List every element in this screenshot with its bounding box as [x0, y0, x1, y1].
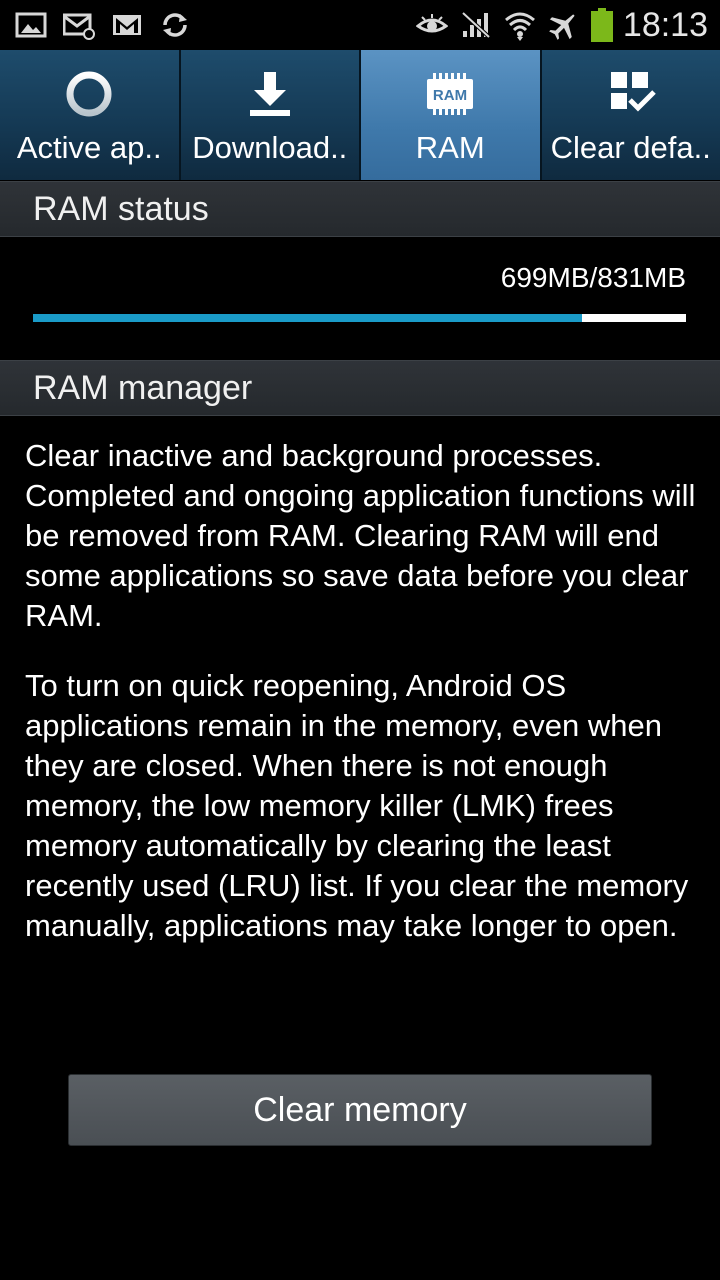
ram-chip-icon: RAM: [420, 64, 480, 124]
sync-icon: [158, 8, 192, 42]
tab-label: Active ap..: [16, 130, 162, 165]
tab-label: Clear defa..: [550, 130, 711, 165]
gallery-icon: [14, 8, 48, 42]
ram-status-header: RAM status: [0, 181, 720, 237]
email-icon: [62, 8, 96, 42]
smart-stay-eye-icon: [415, 8, 449, 42]
airplane-mode-icon: [547, 8, 581, 42]
status-clock: 18:13: [622, 5, 708, 44]
tab-label: Download..: [192, 130, 348, 165]
no-signal-icon: [459, 8, 493, 42]
gmail-icon: [110, 8, 144, 42]
clear-defaults-icon: [601, 64, 661, 124]
tab-ram[interactable]: RAM RAM: [361, 50, 542, 180]
ram-manager-description: Clear inactive and background processes.…: [25, 438, 696, 633]
tab-active-apps[interactable]: Active ap..: [0, 50, 181, 180]
tab-bar: Active ap.. Download.. RAM RAM Clear def…: [0, 50, 720, 180]
ram-usage-bar-fill: [33, 314, 583, 322]
ram-usage-bar: [33, 314, 686, 322]
wifi-icon: [503, 8, 537, 42]
ram-manager-header: RAM manager: [0, 360, 720, 416]
ram-usage-readout: 699MB/831MB: [500, 262, 686, 293]
ram-chip-text: RAM: [433, 87, 467, 104]
status-right-icons: 18:13: [415, 6, 708, 45]
clear-memory-button[interactable]: Clear memory: [68, 1074, 652, 1146]
battery-icon: [590, 8, 613, 42]
download-icon: [240, 64, 300, 124]
screen: 18:13 Active ap.. Download.. RAM RAM Cle…: [0, 0, 720, 1280]
tab-clear-defaults[interactable]: Clear defa..: [541, 50, 720, 180]
active-apps-ring-icon: [59, 64, 119, 124]
memory-killer-description: To turn on quick reopening, Android OS a…: [25, 668, 689, 943]
tab-label: RAM: [415, 130, 485, 165]
status-left-icons: [14, 8, 206, 42]
status-bar: 18:13: [0, 0, 720, 50]
tab-downloaded[interactable]: Download..: [180, 50, 361, 180]
